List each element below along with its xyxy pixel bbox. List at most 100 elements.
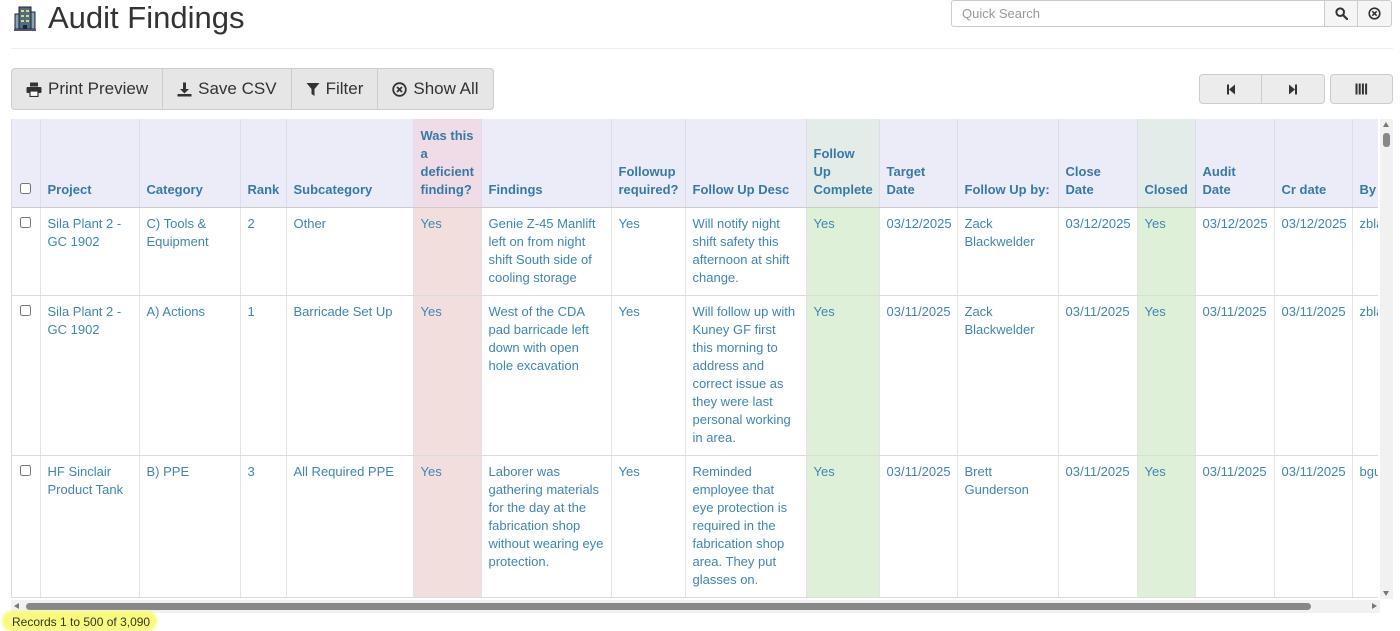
horizontal-scrollbar[interactable] [11,600,1380,613]
save-csv-button[interactable]: Save CSV [162,68,292,110]
cell-followup-required: Yes [611,455,686,598]
cell-deficient: Yes [413,455,482,598]
cell-by: zbla [1352,207,1378,296]
filter-button[interactable]: Filter [290,68,379,110]
printer-icon [26,82,42,97]
cell-followup-required: Yes [611,207,686,296]
col-header-followup-complete[interactable]: Follow Up Complete [806,119,880,208]
col-header-followup-required[interactable]: Followup required? [611,119,686,208]
cell-followup-desc: Will notify night shift safety this afte… [685,207,807,296]
page-title: Audit Findings [48,0,245,35]
search-button[interactable] [1324,0,1358,27]
col-header-rank[interactable]: Rank [240,119,287,208]
col-header-subcategory[interactable]: Subcategory [286,119,414,208]
col-header-category[interactable]: Category [139,119,241,208]
close-circle-icon [1368,7,1381,20]
table-row[interactable]: Sila Plant 2 - GC 1902 C) Tools & Equipm… [12,207,1378,296]
page-header: Audit Findings [12,0,244,36]
search-icon [1334,7,1348,20]
cell-followup-by: Brett Gunderson [957,455,1059,598]
col-header-audit-date[interactable]: Audit Date [1195,119,1275,208]
search-input[interactable] [951,0,1324,27]
findings-table: Project Category Rank Subcategory Was th… [12,119,1378,598]
col-header-deficient[interactable]: Was this a deficient finding? [413,119,482,208]
cell-close-date: 03/12/2025 [1058,207,1138,296]
row-checkbox[interactable] [20,304,32,316]
cell-by: zbla [1352,295,1378,456]
clear-search-button[interactable] [1358,0,1392,27]
cell-category: B) PPE [139,455,241,598]
table-row[interactable]: Sila Plant 2 - GC 1902 A) Actions 1 Barr… [12,295,1378,456]
cell-target-date: 03/11/2025 [879,295,958,456]
cell-rank: 1 [240,295,287,456]
header-divider [11,48,1393,49]
cell-subcategory: Barricade Set Up [286,295,414,456]
download-icon [177,82,192,96]
cell-subcategory: Other [286,207,414,296]
scroll-right-arrow-icon[interactable] [1372,603,1377,609]
scroll-up-arrow-icon[interactable] [1383,122,1389,127]
row-checkbox[interactable] [20,464,32,476]
col-header-close-date[interactable]: Close Date [1058,119,1138,208]
print-preview-button[interactable]: Print Preview [11,68,164,110]
row-select-cell [12,295,41,456]
vertical-scrollbar[interactable] [1380,119,1393,599]
col-header-closed[interactable]: Closed [1137,119,1196,208]
cell-rank: 3 [240,455,287,598]
cell-followup-complete: Yes [806,295,880,456]
cell-target-date: 03/12/2025 [879,207,958,296]
cell-deficient: Yes [413,295,482,456]
filter-label: Filter [325,79,364,98]
first-page-button[interactable] [1199,74,1262,104]
scroll-left-arrow-icon[interactable] [14,603,19,609]
row-select-cell [12,455,41,598]
scroll-down-arrow-icon[interactable] [1383,591,1389,596]
col-header-by[interactable]: By [1352,119,1378,208]
col-header-cr-date[interactable]: Cr date [1274,119,1353,208]
cell-closed: Yes [1137,207,1196,296]
cell-followup-complete: Yes [806,455,880,598]
records-count: Records 1 to 500 of 3,090 [12,615,151,629]
last-page-icon [1289,84,1297,94]
cell-project: Sila Plant 2 - GC 1902 [40,295,140,456]
show-all-button[interactable]: Show All [377,68,494,110]
select-all-checkbox[interactable] [20,182,32,194]
cell-category: C) Tools & Equipment [139,207,241,296]
cell-project: Sila Plant 2 - GC 1902 [40,207,140,296]
cell-cr-date: 03/11/2025 [1274,455,1353,598]
select-all-cell [12,119,41,208]
cell-audit-date: 03/11/2025 [1195,295,1275,456]
vertical-scroll-thumb[interactable] [1383,133,1390,147]
columns-button[interactable] [1330,74,1393,104]
cell-findings: Genie Z-45 Manlift left on from night sh… [481,207,612,296]
cell-followup-complete: Yes [806,207,880,296]
col-header-project[interactable]: Project [40,119,140,208]
cell-audit-date: 03/12/2025 [1195,207,1275,296]
row-checkbox[interactable] [20,216,32,228]
cell-followup-desc: Will follow up with Kuney GF first this … [685,295,807,456]
quick-search [951,0,1393,27]
cell-findings: Laborer was gathering materials for the … [481,455,612,598]
cell-by: bgur [1352,455,1378,598]
cell-rank: 2 [240,207,287,296]
horizontal-scroll-thumb[interactable] [26,603,1311,610]
findings-grid: Project Category Rank Subcategory Was th… [11,119,1378,598]
print-preview-label: Print Preview [48,79,149,98]
col-header-followup-by[interactable]: Follow Up by: [957,119,1059,208]
last-page-button[interactable] [1262,74,1325,104]
close-circle-icon [392,81,408,97]
col-header-followup-desc[interactable]: Follow Up Desc [685,119,807,208]
first-page-icon [1226,84,1235,94]
col-header-findings[interactable]: Findings [481,119,612,208]
cell-followup-by: Zack Blackwelder [957,207,1059,296]
cell-target-date: 03/11/2025 [879,455,958,598]
cell-deficient: Yes [413,207,482,296]
cell-cr-date: 03/12/2025 [1274,207,1353,296]
cell-findings: West of the CDA pad barricade left down … [481,295,612,456]
columns-icon [1355,83,1368,95]
filter-icon [306,82,320,96]
cell-close-date: 03/11/2025 [1058,295,1138,456]
table-row[interactable]: HF Sinclair Product Tank B) PPE 3 All Re… [12,455,1378,598]
save-csv-label: Save CSV [198,79,277,98]
col-header-target-date[interactable]: Target Date [879,119,958,208]
